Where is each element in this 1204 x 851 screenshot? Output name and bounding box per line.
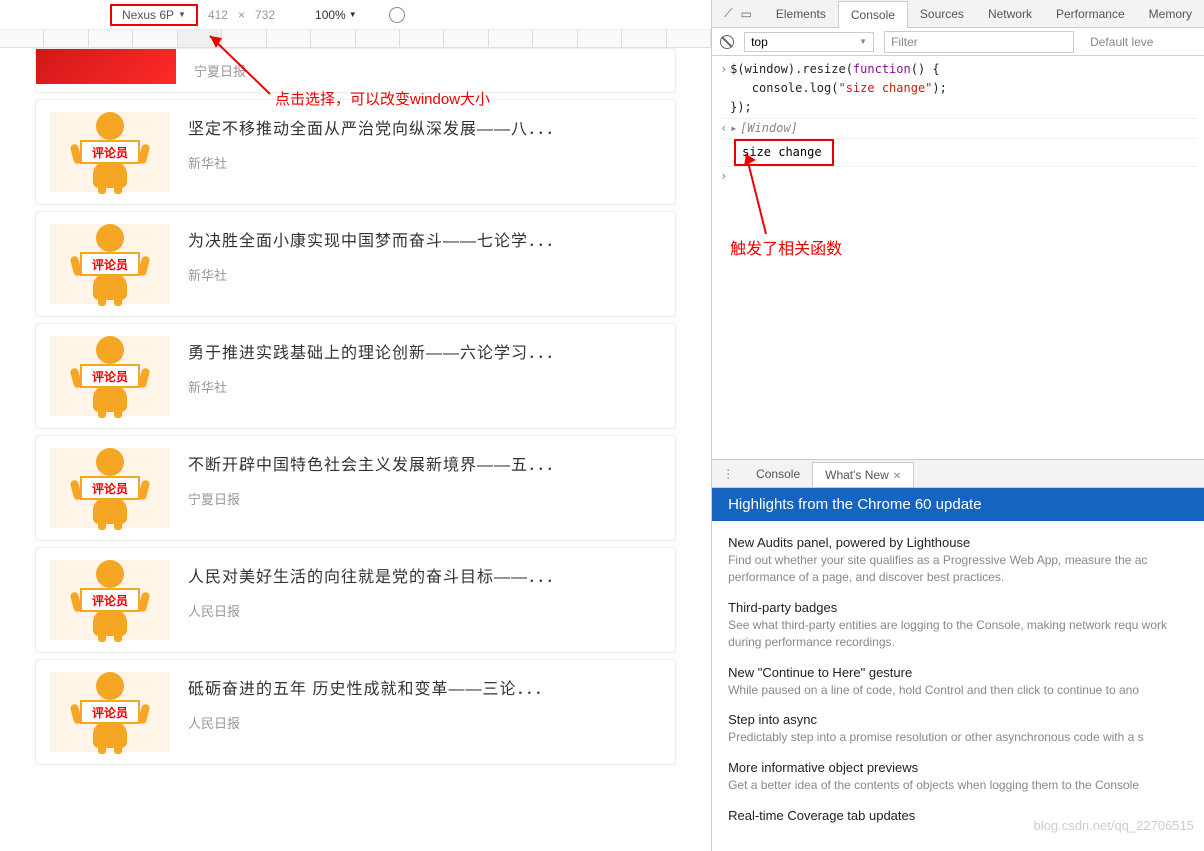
viewport-width[interactable]: 412: [208, 8, 228, 22]
list-item[interactable]: 评论员 为决胜全面小康实现中国梦而奋斗——七论学．．． 新华社: [35, 211, 676, 317]
drawer-menu-icon[interactable]: ⋮: [712, 467, 744, 481]
item-source: 人民日报: [188, 601, 661, 620]
thumbnail: 评论员: [50, 672, 170, 752]
list-item[interactable]: 宁夏日报: [35, 48, 676, 93]
whatsnew-item[interactable]: New "Continue to Here" gestureWhile paus…: [728, 665, 1188, 699]
item-title: 为决胜全面小康实现中国梦而奋斗——七论学．．．: [188, 228, 661, 257]
drawer-tab-whatsnew[interactable]: What's New✕: [812, 462, 914, 487]
device-name: Nexus 6P: [122, 8, 174, 22]
thumbnail: 评论员: [50, 448, 170, 528]
inspect-icon[interactable]: ⟋: [724, 6, 732, 21]
device-mode-icon[interactable]: ▭: [741, 7, 752, 21]
thumbnail: 评论员: [50, 560, 170, 640]
close-icon[interactable]: ✕: [893, 471, 901, 482]
devtools-panel: ⟋ ▭ Elements Console Sources Network Per…: [712, 0, 1204, 851]
ruler: [0, 30, 711, 48]
console-toolbar: top Filter Default leve: [712, 28, 1204, 56]
filter-input[interactable]: Filter: [884, 31, 1074, 53]
drawer-tab-console[interactable]: Console: [744, 462, 812, 486]
whatsnew-item[interactable]: Third-party badgesSee what third-party e…: [728, 600, 1188, 651]
thumbnail: 评论员: [50, 336, 170, 416]
item-source: 新华社: [188, 153, 661, 172]
item-title: 砥砺奋进的五年 历史性成就和变革——三论．．．: [188, 676, 661, 705]
zoom-selector[interactable]: 100%: [315, 8, 357, 22]
item-source: 宁夏日报: [188, 489, 661, 508]
log-level[interactable]: Default leve: [1090, 35, 1153, 49]
whatsnew-body: New Audits panel, powered by LighthouseF…: [712, 521, 1204, 851]
device-toolbar: Nexus 6P 412 × 732 100%: [0, 0, 711, 30]
tab-performance[interactable]: Performance: [1044, 1, 1137, 27]
device-selector[interactable]: Nexus 6P: [110, 4, 198, 26]
drawer-tabs: ⋮ Console What's New✕: [712, 460, 1204, 488]
list-item[interactable]: 评论员 勇于推进实践基础上的理论创新——六论学习．．． 新华社: [35, 323, 676, 429]
annotation-text-2: 触发了相关函数: [730, 236, 842, 262]
tab-sources[interactable]: Sources: [908, 1, 976, 27]
item-title: 坚定不移推动全面从严治党向纵深发展——八．．．: [188, 116, 661, 145]
viewport-height[interactable]: 732: [255, 8, 275, 22]
item-title: 勇于推进实践基础上的理论创新——六论学习．．．: [188, 340, 661, 369]
console-body[interactable]: ›$(window).resize(function() { console.l…: [712, 56, 1204, 459]
thumbnail: 评论员: [50, 224, 170, 304]
devtools-drawer: ⋮ Console What's New✕ Highlights from th…: [712, 459, 1204, 851]
clear-console-icon[interactable]: [720, 35, 734, 49]
item-source: 新华社: [188, 377, 661, 396]
item-title: 不断开辟中国特色社会主义发展新境界——五．．．: [188, 452, 661, 481]
whatsnew-item[interactable]: Real-time Coverage tab updates: [728, 808, 1188, 823]
times-icon: ×: [238, 8, 245, 22]
thumbnail: 评论员: [50, 112, 170, 192]
list-item[interactable]: 评论员 不断开辟中国特色社会主义发展新境界——五．．． 宁夏日报: [35, 435, 676, 541]
console-output-highlight: size change: [734, 139, 834, 166]
thumbnail: [36, 49, 176, 84]
tab-elements[interactable]: Elements: [764, 1, 838, 27]
item-source: 新华社: [188, 265, 661, 284]
tab-network[interactable]: Network: [976, 1, 1044, 27]
context-selector[interactable]: top: [744, 32, 874, 52]
tab-console[interactable]: Console: [838, 1, 908, 28]
device-emulation-panel: Nexus 6P 412 × 732 100% 点击选择，可以改变window大…: [0, 0, 712, 851]
tab-memory[interactable]: Memory: [1137, 1, 1204, 27]
whatsnew-item[interactable]: Step into asyncPredictably step into a p…: [728, 712, 1188, 746]
whatsnew-banner: Highlights from the Chrome 60 update: [712, 488, 1204, 521]
list-item[interactable]: 评论员 坚定不移推动全面从严治党向纵深发展——八．．． 新华社: [35, 99, 676, 205]
whatsnew-item[interactable]: More informative object previewsGet a be…: [728, 760, 1188, 794]
content-list: 宁夏日报 评论员 坚定不移推动全面从严治党向纵深发展——八．．． 新华社 评论员 …: [0, 48, 711, 765]
devtools-tabs: ⟋ ▭ Elements Console Sources Network Per…: [712, 0, 1204, 28]
rotate-icon[interactable]: [386, 4, 407, 25]
item-title: 人民对美好生活的向往就是党的奋斗目标——．．．: [188, 564, 661, 593]
item-source: 宁夏日报: [194, 61, 661, 80]
list-item[interactable]: 评论员 人民对美好生活的向往就是党的奋斗目标——．．． 人民日报: [35, 547, 676, 653]
list-item[interactable]: 评论员 砥砺奋进的五年 历史性成就和变革——三论．．． 人民日报: [35, 659, 676, 765]
item-source: 人民日报: [188, 713, 661, 732]
whatsnew-item[interactable]: New Audits panel, powered by LighthouseF…: [728, 535, 1188, 586]
